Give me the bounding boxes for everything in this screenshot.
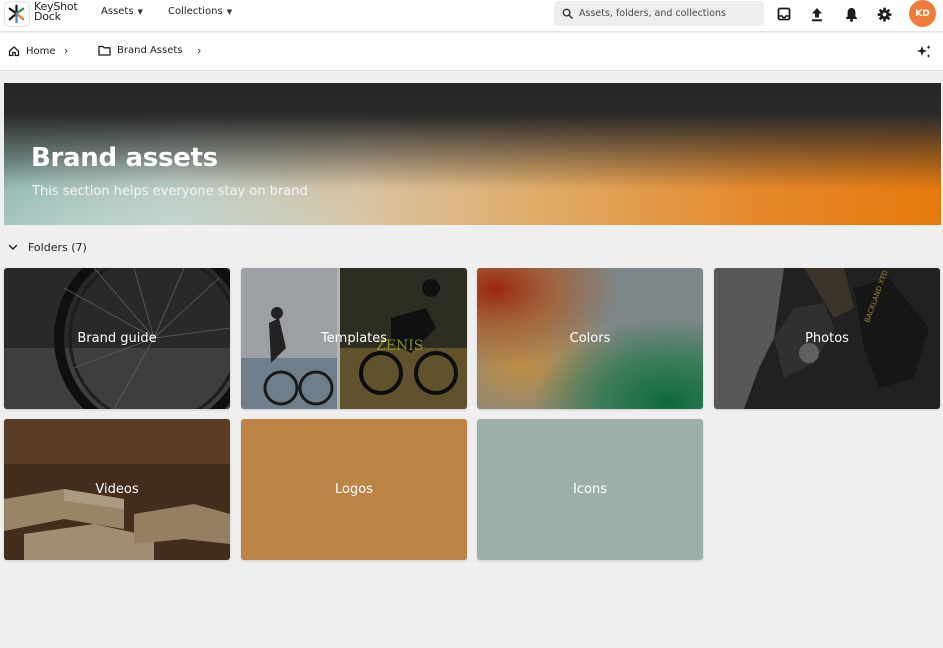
folder-card-label: Brand guide [77,331,157,346]
folder-card-icons[interactable]: Icons [477,419,703,560]
gear-icon[interactable] [875,5,893,23]
keyshot-dock-logo[interactable] [4,1,30,27]
top-bar: KeyShot Dock Assets ▼ Collections ▼ Asse… [0,0,943,32]
breadcrumb-home[interactable]: Home [8,45,56,57]
search-icon [562,8,573,19]
assets-menu[interactable]: Assets ▼ [101,6,143,17]
chevron-right-icon: › [64,44,69,57]
chevron-right-icon: › [197,44,202,57]
assets-menu-label: Assets [101,6,134,17]
folder-card-label: Logos [335,482,373,497]
app-name-line2: Dock [34,10,61,23]
folder-card-label: Icons [573,482,607,497]
chevron-down-icon [8,244,18,250]
folder-card-label: Colors [569,331,611,346]
user-initials: KD [915,8,930,19]
collections-menu-label: Collections [168,6,223,17]
folders-section-toggle[interactable]: Folders (7) [8,241,87,254]
bell-icon[interactable] [842,5,860,23]
breadcrumb: Home › Brand Assets › [0,33,943,71]
folder-card-logos[interactable]: Logos [241,419,467,560]
search-input[interactable] [579,8,759,19]
app-name: KeyShot Dock [34,1,78,23]
chevron-down-icon: ▼ [226,7,233,16]
page-subtitle: This section helps everyone stay on bran… [32,184,308,199]
folder-card-templates[interactable]: ZENIS Templates [241,268,467,409]
hero-banner: Brand assets This section helps everyone… [4,83,941,225]
user-avatar[interactable]: KD [909,0,936,27]
folder-card-label: Photos [805,331,849,346]
folder-card-photos[interactable]: BACKLAND XTD Photos [714,268,940,409]
folder-card-videos[interactable]: Videos [4,419,230,560]
breadcrumb-brand-assets[interactable]: Brand Assets [98,45,183,56]
folder-card-label: Videos [95,482,139,497]
search-box[interactable] [554,1,764,26]
breadcrumb-home-label: Home [26,45,56,57]
breadcrumb-current-label: Brand Assets [117,45,183,56]
sparkle-icon[interactable] [916,44,932,60]
folder-icon [98,45,111,56]
folder-card-colors[interactable]: Colors [477,268,703,409]
folder-card-label: Templates [320,331,388,346]
page-title: Brand assets [31,143,218,173]
folder-card-brand-guide[interactable]: Brand guide [4,268,230,409]
chevron-down-icon: ▼ [137,7,143,16]
folders-heading: Folders (7) [28,241,87,254]
collections-menu[interactable]: Collections ▼ [168,6,232,17]
inbox-icon[interactable] [775,5,793,23]
home-icon [8,46,20,57]
upload-icon[interactable] [808,5,826,23]
